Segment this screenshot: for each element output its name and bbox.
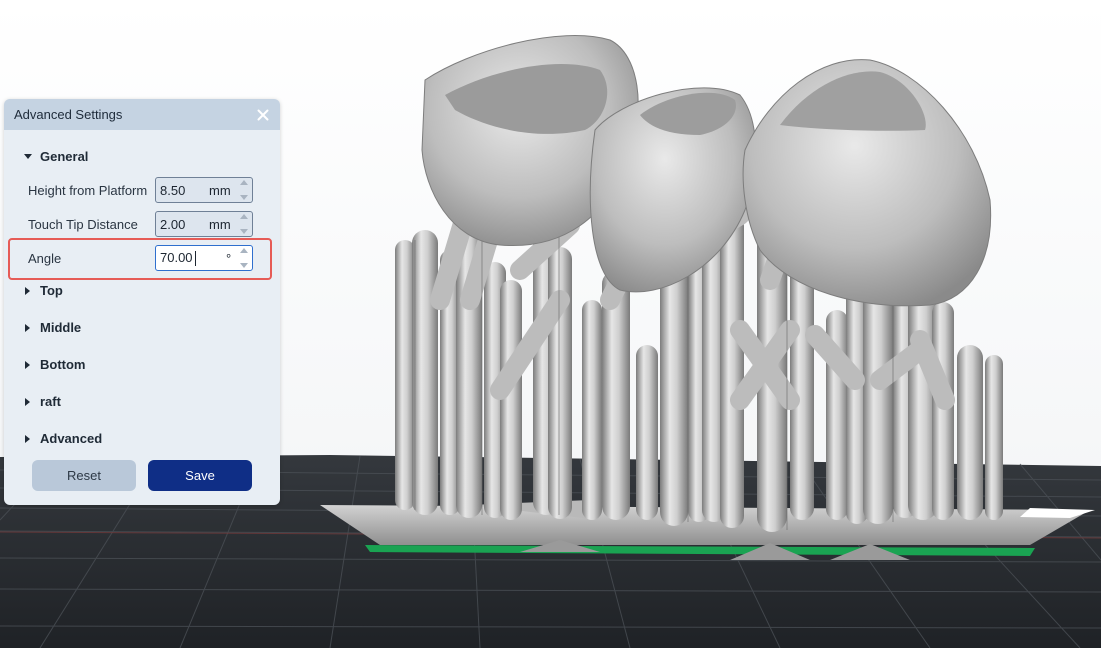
close-icon[interactable] — [254, 106, 272, 124]
section-top-label: Top — [40, 283, 63, 298]
close-icon-glyph — [257, 109, 269, 120]
spin-up-icon[interactable] — [240, 180, 248, 185]
spin-down-icon[interactable] — [240, 195, 248, 200]
chevron-right-icon — [21, 323, 35, 332]
angle-value-wrap: 70.00 — [160, 249, 196, 267]
angle-unit: ° — [226, 250, 232, 266]
text-cursor — [194, 251, 196, 267]
height-from-platform-label: Height from Platform — [28, 182, 148, 198]
angle-value: 70.00 — [160, 249, 193, 265]
section-general[interactable]: General — [4, 149, 88, 164]
chevron-right-icon — [21, 360, 35, 369]
panel-header: Advanced Settings — [4, 99, 280, 130]
field-height-from-platform: Height from Platform 8.50 mm — [4, 176, 280, 204]
section-advanced-label: Advanced — [40, 431, 103, 446]
spin-down-icon[interactable] — [240, 263, 248, 268]
section-raft[interactable]: raft — [4, 394, 61, 409]
reset-button[interactable]: Reset — [32, 460, 136, 491]
touch-tip-distance-label: Touch Tip Distance — [28, 216, 138, 232]
height-spinner-arrows[interactable] — [239, 180, 249, 200]
angle-spinner-arrows[interactable] — [239, 248, 249, 268]
height-from-platform-unit: mm — [209, 182, 231, 198]
section-top[interactable]: Top — [4, 283, 63, 298]
section-middle-label: Middle — [40, 320, 82, 335]
advanced-settings-panel: Advanced Settings General Height from Pl… — [4, 99, 280, 505]
chevron-right-icon — [21, 434, 35, 443]
chevron-down-icon — [21, 153, 35, 160]
touch-tip-distance-value: 2.00 — [160, 216, 186, 232]
section-advanced[interactable]: Advanced — [4, 431, 102, 446]
touch-tip-distance-input[interactable]: 2.00 mm — [155, 211, 253, 237]
section-middle[interactable]: Middle — [4, 320, 81, 335]
section-bottom[interactable]: Bottom — [4, 357, 86, 372]
field-touch-tip-distance: Touch Tip Distance 2.00 mm — [4, 210, 280, 238]
spin-up-icon[interactable] — [240, 214, 248, 219]
section-general-label: General — [40, 149, 89, 164]
height-from-platform-input[interactable]: 8.50 mm — [155, 177, 253, 203]
chevron-right-icon — [21, 397, 35, 406]
height-from-platform-value: 8.50 — [160, 182, 186, 198]
spin-up-icon[interactable] — [240, 248, 248, 253]
angle-input[interactable]: 70.00 ° — [155, 245, 253, 271]
spin-down-icon[interactable] — [240, 229, 248, 234]
section-bottom-label: Bottom — [40, 357, 86, 372]
panel-title: Advanced Settings — [14, 107, 123, 122]
touch-tip-distance-unit: mm — [209, 216, 231, 232]
save-button[interactable]: Save — [148, 460, 252, 491]
field-angle: Angle 70.00 ° — [4, 244, 280, 272]
touch-tip-spinner-arrows[interactable] — [239, 214, 249, 234]
section-raft-label: raft — [40, 394, 61, 409]
angle-label: Angle — [28, 250, 62, 266]
chevron-right-icon — [21, 286, 35, 295]
